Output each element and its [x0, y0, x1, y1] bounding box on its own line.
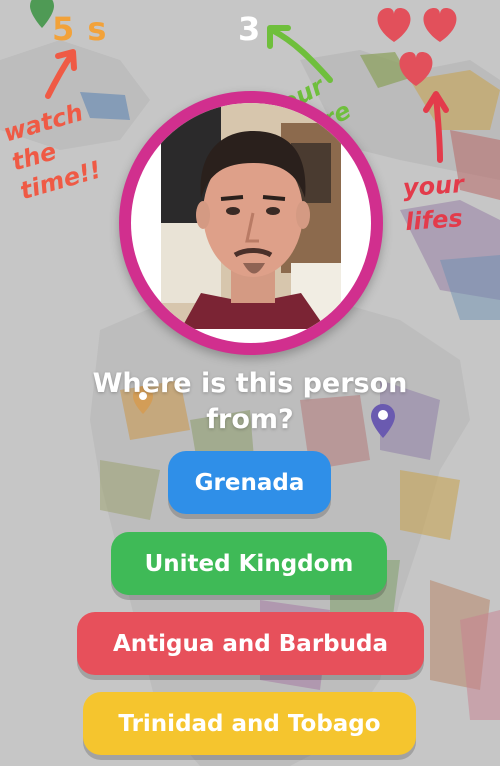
answer-button-trinidad-and-tobago[interactable]: Trinidad and Tobago — [83, 692, 416, 755]
person-photo-frame — [119, 91, 383, 355]
person-photo — [131, 103, 371, 343]
question-text: Where is this person from? — [0, 366, 500, 438]
annotation-text: lifes — [404, 204, 464, 237]
answer-button-united-kingdom[interactable]: United Kingdom — [111, 532, 387, 595]
timer-display: 5 s — [52, 10, 108, 48]
answer-button-antigua-and-barbuda[interactable]: Antigua and Barbuda — [77, 612, 424, 675]
question-line: from? — [206, 404, 294, 435]
lives-display — [377, 8, 457, 86]
answer-button-grenada[interactable]: Grenada — [168, 451, 331, 514]
question-line: Where is this person — [92, 368, 408, 399]
heart-icon — [423, 8, 457, 42]
score-display: 3 — [238, 10, 261, 48]
person-photo-image — [161, 103, 341, 329]
heart-icon — [399, 52, 433, 86]
heart-icon — [377, 8, 411, 42]
annotation-your-lifes: your lifes — [402, 165, 497, 239]
